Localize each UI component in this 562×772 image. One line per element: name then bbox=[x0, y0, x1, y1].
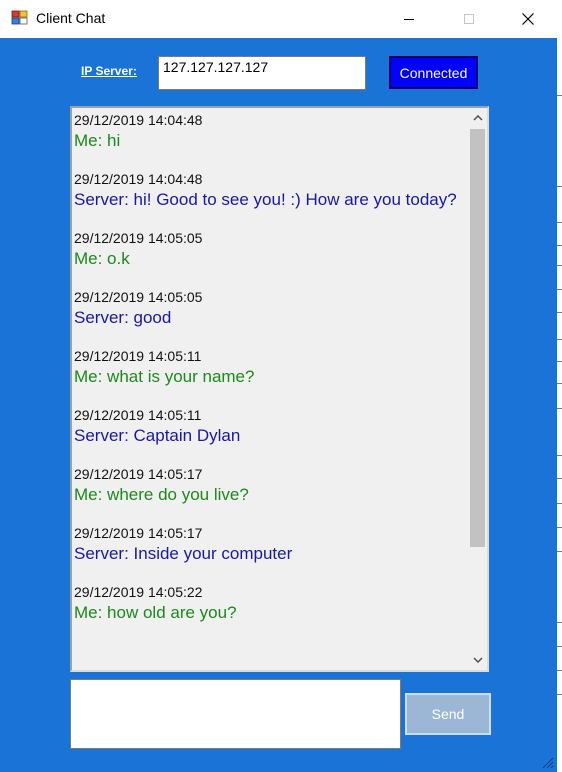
chat-message: 29/12/2019 14:05:05 Server: good bbox=[74, 288, 464, 329]
message-timestamp: 29/12/2019 14:05:05 bbox=[74, 230, 203, 246]
chat-scrollbar[interactable] bbox=[468, 108, 487, 670]
background-window-strip bbox=[557, 0, 562, 772]
chat-message: 29/12/2019 14:05:17 Me: where do you live… bbox=[74, 465, 464, 506]
my-message-text: Me: o.k bbox=[74, 249, 130, 268]
chat-message: 29/12/2019 14:04:48 Me: hi bbox=[74, 111, 464, 152]
connect-button[interactable]: Connected bbox=[389, 56, 478, 89]
app-window-icon bbox=[11, 10, 28, 25]
server-message-text: Server: good bbox=[74, 308, 172, 327]
message-timestamp: 29/12/2019 14:05:17 bbox=[74, 466, 203, 482]
resize-grip-icon[interactable] bbox=[540, 755, 554, 769]
chevron-down-icon bbox=[472, 657, 483, 663]
server-message-text: Server: Captain Dylan bbox=[74, 426, 241, 445]
minimize-button[interactable] bbox=[386, 0, 432, 38]
chat-messages: 29/12/2019 14:04:48 Me: hi 29/12/2019 14:0… bbox=[74, 111, 464, 642]
chat-message: 29/12/2019 14:05:11 Me: what is your name… bbox=[74, 347, 464, 388]
window-title: Client Chat bbox=[36, 10, 106, 26]
chat-message: 29/12/2019 14:05:17 Server: Inside your c… bbox=[74, 524, 464, 565]
server-message-text: Server: Inside your computer bbox=[74, 544, 293, 563]
send-button[interactable]: Send bbox=[405, 693, 491, 735]
ip-server-input[interactable] bbox=[158, 56, 366, 90]
message-timestamp: 29/12/2019 14:05:17 bbox=[74, 525, 203, 541]
message-timestamp: 29/12/2019 14:05:22 bbox=[74, 584, 203, 600]
message-input[interactable] bbox=[70, 679, 401, 749]
ip-server-label[interactable]: IP Server: bbox=[81, 64, 137, 78]
maximize-button[interactable] bbox=[446, 0, 492, 38]
chat-history[interactable]: 29/12/2019 14:04:48 Me: hi 29/12/2019 14:0… bbox=[70, 106, 489, 672]
maximize-icon bbox=[464, 14, 474, 24]
message-timestamp: 29/12/2019 14:04:48 bbox=[74, 171, 203, 187]
chat-message: 29/12/2019 14:05:05 Me: o.k bbox=[74, 229, 464, 270]
chevron-up-icon bbox=[472, 115, 483, 121]
message-timestamp: 29/12/2019 14:04:48 bbox=[74, 112, 203, 128]
client-chat-window: Client Chat IP Server: Connected 29/12/2… bbox=[0, 0, 557, 772]
title-bar[interactable]: Client Chat bbox=[0, 0, 557, 38]
scroll-down-button[interactable] bbox=[468, 650, 487, 670]
server-message-text: Server: hi! Good to see you! :) How are … bbox=[74, 190, 457, 209]
chat-message: 29/12/2019 14:05:22 Me: how old are you? bbox=[74, 583, 464, 624]
minimize-icon bbox=[404, 18, 414, 20]
close-icon bbox=[522, 13, 534, 25]
my-message-text: Me: where do you live? bbox=[74, 485, 249, 504]
message-timestamp: 29/12/2019 14:05:11 bbox=[74, 348, 202, 364]
scroll-thumb[interactable] bbox=[470, 129, 485, 547]
close-button[interactable] bbox=[505, 0, 551, 38]
scroll-up-button[interactable] bbox=[468, 108, 487, 128]
chat-message: 29/12/2019 14:04:48 Server: hi! Good to s… bbox=[74, 170, 464, 211]
message-timestamp: 29/12/2019 14:05:05 bbox=[74, 289, 203, 305]
chat-message: 29/12/2019 14:05:11 Server: Captain Dylan bbox=[74, 406, 464, 447]
my-message-text: Me: how old are you? bbox=[74, 603, 237, 622]
my-message-text: Me: what is your name? bbox=[74, 367, 255, 386]
my-message-text: Me: hi bbox=[74, 131, 121, 150]
message-timestamp: 29/12/2019 14:05:11 bbox=[74, 407, 202, 423]
